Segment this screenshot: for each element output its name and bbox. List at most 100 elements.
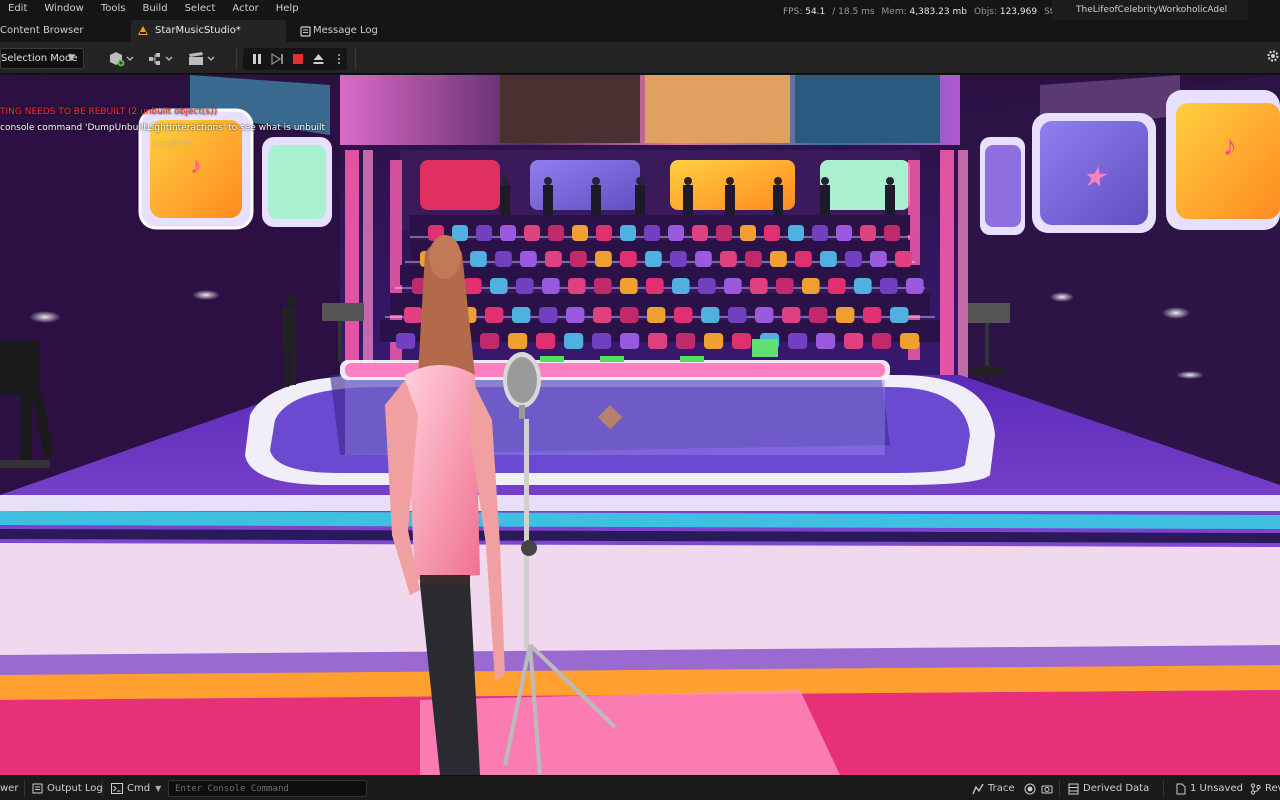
unsaved-label: 1 Unsaved: [1190, 783, 1243, 794]
seat: [620, 333, 640, 349]
audience-figure: [591, 177, 601, 215]
seat: [906, 278, 924, 294]
seat: [672, 278, 690, 294]
trace-label: Trace: [988, 783, 1015, 794]
cinematics-button[interactable]: [188, 49, 216, 69]
file-icon: [1176, 783, 1186, 795]
seat: [755, 307, 774, 323]
seat: [782, 307, 801, 323]
seat: [764, 225, 780, 241]
tab-content-browser[interactable]: Content Browser: [0, 20, 126, 42]
seat: [566, 307, 585, 323]
cmd-label: Cmd: [127, 783, 151, 794]
seat: [802, 278, 820, 294]
seat: [508, 333, 528, 349]
stop-button[interactable]: [290, 50, 306, 68]
play-controls: [243, 48, 347, 70]
seat: [845, 251, 862, 267]
seat: [645, 251, 662, 267]
seat: [524, 225, 540, 241]
seat: [516, 278, 534, 294]
pause-button[interactable]: [249, 50, 265, 68]
seat: [890, 307, 909, 323]
output-log-button[interactable]: Output Log: [32, 776, 103, 800]
stop-icon: [293, 54, 304, 64]
audience-figure: [885, 177, 895, 215]
seat: [704, 333, 724, 349]
seat: [495, 251, 512, 267]
record-icon: [1024, 783, 1036, 794]
seat: [470, 251, 487, 267]
tab-message-log[interactable]: Message Log: [293, 20, 403, 42]
content-drawer-button[interactable]: wer: [0, 776, 18, 800]
tab-level[interactable]: StarMusicStudio*: [131, 20, 286, 42]
seat: [520, 251, 537, 267]
menu-actor[interactable]: Actor: [224, 0, 267, 20]
seat: [570, 251, 587, 267]
source-control-icon: [1250, 782, 1261, 795]
seat: [770, 251, 787, 267]
pause-icon: [253, 54, 262, 64]
status-divider: [102, 780, 103, 797]
menu-help[interactable]: Help: [268, 0, 308, 20]
sign-text-left: ♪: [191, 153, 202, 178]
seat: [594, 278, 612, 294]
seat: [884, 225, 900, 241]
seat: [788, 333, 808, 349]
step-frame-button[interactable]: [269, 50, 285, 68]
seat: [828, 278, 846, 294]
derived-data-button[interactable]: Derived Data: [1068, 776, 1149, 800]
seat: [698, 278, 716, 294]
menu-window[interactable]: Window: [36, 0, 92, 20]
trace-button[interactable]: Trace: [972, 776, 1015, 800]
seat: [701, 307, 720, 323]
toolbar-divider: [236, 48, 237, 70]
toolbar-divider: [355, 48, 356, 70]
eject-button[interactable]: [310, 50, 326, 68]
seat: [720, 251, 737, 267]
seat: [895, 251, 912, 267]
blueprint-button[interactable]: [148, 49, 174, 69]
seat: [674, 307, 693, 323]
seat: [595, 251, 612, 267]
seat: [396, 333, 416, 349]
seat: [716, 225, 732, 241]
mode-select[interactable]: Selection Mode ▼: [0, 48, 84, 69]
unsaved-button[interactable]: 1 Unsaved: [1176, 776, 1243, 800]
seat: [695, 251, 712, 267]
snapshot-button[interactable]: [1041, 776, 1053, 800]
database-icon: [1068, 783, 1079, 795]
seat: [836, 225, 852, 241]
menu-edit[interactable]: Edit: [0, 0, 36, 20]
cmd-select[interactable]: Cmd ▼: [111, 776, 161, 800]
settings-button[interactable]: [1266, 49, 1280, 66]
revision-label: Rev: [1265, 783, 1280, 794]
console-command-input[interactable]: [168, 780, 367, 797]
project-name[interactable]: TheLifeofCelebrityWorkoholicAdel: [1052, 0, 1248, 22]
play-options-button[interactable]: [331, 50, 347, 68]
seat: [596, 225, 612, 241]
seat: [844, 333, 864, 349]
seat: [724, 278, 742, 294]
seat: [476, 225, 492, 241]
seat: [539, 307, 558, 323]
revision-control-button[interactable]: Rev: [1250, 776, 1280, 800]
level-viewport[interactable]: ◆ ♪ ♪ ★ TING NEEDS TO BE REBUILT (2 unbu…: [0, 75, 1280, 775]
menu-tools[interactable]: Tools: [93, 0, 135, 20]
menu-build[interactable]: Build: [134, 0, 176, 20]
seat: [872, 333, 892, 349]
main-menu: Edit Window Tools Build Select Actor Hel…: [0, 0, 308, 20]
add-actor-button[interactable]: [108, 49, 134, 69]
tab-bar: Content Browser StarMusicStudio* Message…: [0, 20, 1280, 42]
seat: [692, 225, 708, 241]
seat: [647, 307, 666, 323]
audience-figure: [543, 177, 553, 215]
seat: [745, 251, 762, 267]
menu-select[interactable]: Select: [177, 0, 225, 20]
tab-level-label: StarMusicStudio*: [155, 25, 241, 36]
gear-icon: [1267, 50, 1279, 62]
seat: [646, 278, 664, 294]
seat: [620, 225, 636, 241]
seat: [548, 225, 564, 241]
record-button[interactable]: [1024, 776, 1036, 800]
